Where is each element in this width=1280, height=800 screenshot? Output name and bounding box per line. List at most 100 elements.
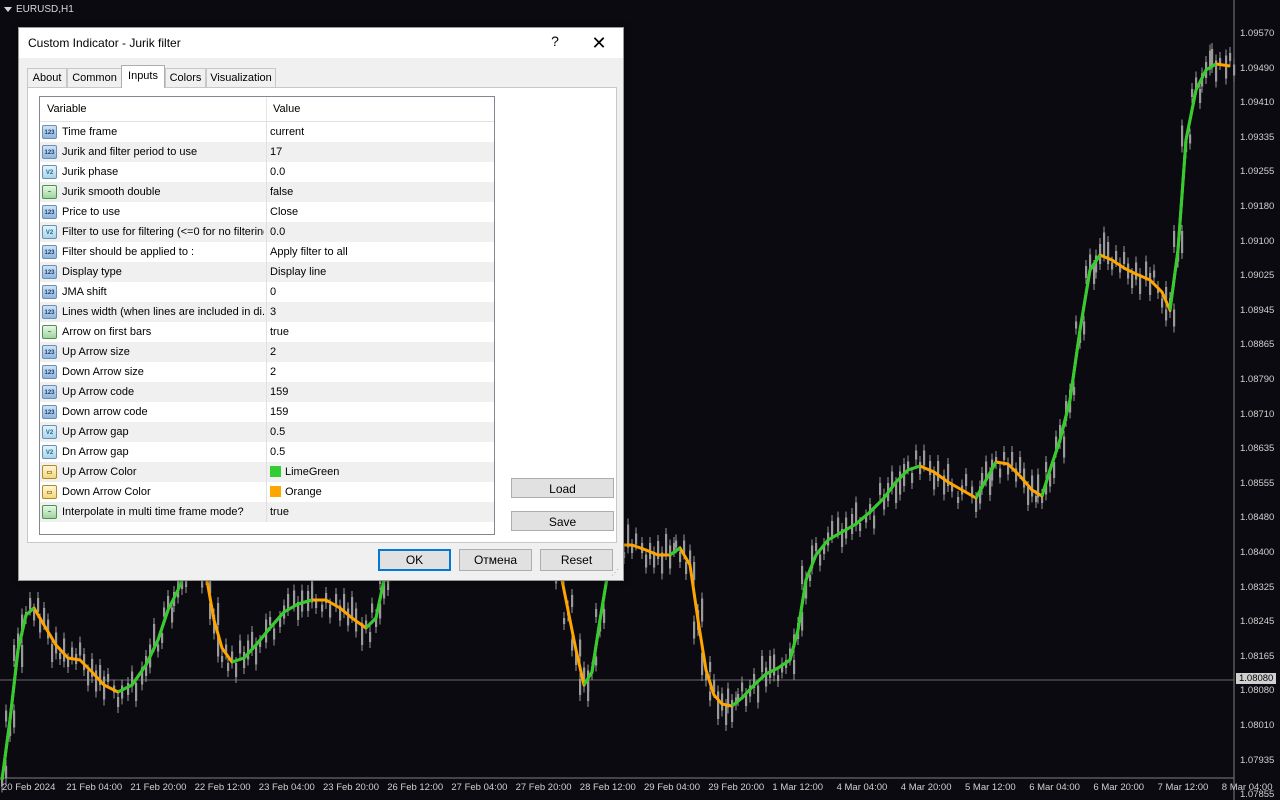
grid-row[interactable]: ▭ Up Arrow Color LimeGreen bbox=[40, 462, 494, 482]
dialog-titlebar[interactable]: Custom Indicator - Jurik filter ? ✕ bbox=[19, 28, 623, 58]
tab-about[interactable]: About bbox=[27, 68, 67, 87]
save-label: Save bbox=[548, 515, 577, 529]
value-text: 0.5 bbox=[270, 426, 286, 438]
jurik-line-up bbox=[364, 579, 386, 630]
variable-value[interactable]: Close bbox=[270, 206, 298, 218]
price-tick-label: 1.08010 bbox=[1240, 720, 1275, 731]
price-tick-label: 1.08710 bbox=[1240, 408, 1275, 420]
chart-symbol[interactable]: EURUSD,H1 bbox=[4, 4, 74, 15]
variable-value[interactable]: 2 bbox=[270, 346, 276, 358]
variable-value[interactable]: 2 bbox=[270, 366, 276, 378]
time-tick-label: 1 Mar 12:00 bbox=[772, 782, 824, 793]
grid-row[interactable]: V2 Jurik phase 0.0 bbox=[40, 162, 494, 182]
grid-row[interactable]: 123 Time frame current bbox=[40, 122, 494, 142]
column-variable[interactable]: Variable bbox=[47, 103, 87, 115]
variable-name: Dn Arrow gap bbox=[62, 446, 129, 458]
integer-type-icon: 123 bbox=[42, 245, 57, 259]
integer-type-icon: 123 bbox=[42, 285, 57, 299]
variable-name: Up Arrow Color bbox=[62, 466, 137, 478]
price-tick-label: 1.08945 bbox=[1240, 304, 1275, 316]
variable-value[interactable]: Apply filter to all bbox=[270, 246, 348, 258]
price-tick-label: 1.08635 bbox=[1240, 443, 1275, 455]
resize-grip-icon[interactable]: ⋰ bbox=[611, 568, 621, 578]
grid-row[interactable]: ~ Jurik smooth double false bbox=[40, 182, 494, 202]
grid-row[interactable]: 123 Display type Display line bbox=[40, 262, 494, 282]
tab-common[interactable]: Common bbox=[67, 68, 122, 87]
price-tick-label: 1.09490 bbox=[1240, 62, 1275, 74]
color-swatch bbox=[270, 466, 281, 477]
grid-row[interactable]: V2 Filter to use for filtering (<=0 for n… bbox=[40, 222, 494, 242]
price-tick-label: 1.09255 bbox=[1240, 166, 1275, 178]
variable-value[interactable]: 0 bbox=[270, 286, 276, 298]
time-tick-label: 5 Mar 12:00 bbox=[965, 782, 1016, 793]
grid-row[interactable]: 123 Down arrow code 159 bbox=[40, 402, 494, 422]
variable-value[interactable]: true bbox=[270, 506, 289, 518]
variable-value[interactable]: 17 bbox=[270, 146, 282, 158]
color-swatch bbox=[270, 486, 281, 497]
time-tick-label: 23 Feb 04:00 bbox=[258, 782, 315, 793]
variable-value[interactable]: LimeGreen bbox=[270, 466, 339, 478]
custom-indicator-dialog: Custom Indicator - Jurik filter ? ✕ Abou… bbox=[18, 27, 624, 581]
tab-inputs[interactable]: Inputs bbox=[121, 65, 165, 88]
grid-row[interactable]: 123 Up Arrow code 159 bbox=[40, 382, 494, 402]
price-tick-label: 1.09570 bbox=[1240, 28, 1275, 39]
variable-name: Filter should be applied to : bbox=[62, 246, 195, 258]
tab-visualization[interactable]: Visualization bbox=[206, 68, 276, 87]
variable-value[interactable]: 0.5 bbox=[270, 426, 285, 438]
variable-name: Arrow on first bars bbox=[62, 326, 152, 338]
variable-value[interactable]: 0.5 bbox=[270, 446, 285, 458]
grid-row[interactable]: 123 Down Arrow size 2 bbox=[40, 362, 494, 382]
color-type-icon: ▭ bbox=[42, 465, 57, 479]
grid-row[interactable]: 123 JMA shift 0 bbox=[40, 282, 494, 302]
tab-colors[interactable]: Colors bbox=[165, 68, 206, 87]
grid-row[interactable]: 123 Jurik and filter period to use 17 bbox=[40, 142, 494, 162]
price-tick-label: 1.08245 bbox=[1240, 616, 1275, 628]
time-tick-label: 8 Mar 04:00 bbox=[1221, 782, 1273, 793]
ok-button[interactable]: OK bbox=[378, 549, 451, 571]
load-button[interactable]: Load bbox=[511, 478, 614, 498]
dropdown-icon bbox=[4, 6, 12, 12]
grid-row[interactable]: V2 Up Arrow gap 0.5 bbox=[40, 422, 494, 442]
grid-row[interactable]: 123 Price to use Close bbox=[40, 202, 494, 222]
time-tick-label: 27 Feb 04:00 bbox=[451, 782, 508, 793]
price-tick-label: 1.08555 bbox=[1240, 477, 1275, 489]
variable-name: Jurik smooth double bbox=[62, 186, 161, 198]
integer-type-icon: 123 bbox=[42, 405, 57, 419]
integer-type-icon: 123 bbox=[42, 205, 57, 219]
variable-value[interactable]: Orange bbox=[270, 486, 322, 498]
jurik-line-up bbox=[731, 464, 921, 708]
save-button[interactable]: Save bbox=[511, 511, 614, 531]
grid-row[interactable]: ~ Interpolate in multi time frame mode? tr… bbox=[40, 502, 494, 522]
variable-value[interactable]: 0.0 bbox=[270, 226, 285, 238]
grid-row[interactable]: 123 Lines width (when lines are included … bbox=[40, 302, 494, 322]
variable-name: Jurik phase bbox=[62, 166, 119, 178]
grid-row[interactable]: ▭ Down Arrow Color Orange bbox=[40, 482, 494, 502]
variable-value[interactable]: 159 bbox=[270, 406, 288, 418]
grid-row[interactable]: ~ Arrow on first bars true bbox=[40, 322, 494, 342]
double-type-icon: V2 bbox=[42, 225, 57, 239]
grid-row[interactable]: V2 Dn Arrow gap 0.5 bbox=[40, 442, 494, 462]
time-tick-label: 28 Feb 12:00 bbox=[579, 782, 636, 793]
variable-name: JMA shift bbox=[62, 286, 107, 298]
cancel-button[interactable]: Отмена bbox=[459, 549, 532, 571]
grid-row[interactable]: 123 Up Arrow size 2 bbox=[40, 342, 494, 362]
value-text: Orange bbox=[285, 486, 322, 498]
help-button[interactable]: ? bbox=[547, 33, 563, 53]
grid-header: Variable Value bbox=[40, 97, 494, 122]
variable-value[interactable]: 0.0 bbox=[270, 166, 285, 178]
current-price-label: 1.08080 bbox=[1236, 673, 1277, 684]
variable-value[interactable]: Display line bbox=[270, 266, 326, 278]
price-tick-label: 1.08865 bbox=[1240, 339, 1275, 351]
column-value[interactable]: Value bbox=[273, 103, 300, 115]
inputs-panel: Variable Value 123 Time frame current 123 Ju… bbox=[27, 87, 617, 543]
variable-value[interactable]: true bbox=[270, 326, 289, 338]
close-button[interactable]: ✕ bbox=[587, 31, 611, 55]
reset-button[interactable]: Reset bbox=[540, 549, 613, 571]
variable-value[interactable]: false bbox=[270, 186, 293, 198]
value-text: Close bbox=[270, 206, 299, 218]
variable-value[interactable]: 3 bbox=[270, 306, 276, 318]
grid-row[interactable]: 123 Filter should be applied to : Apply fi… bbox=[40, 242, 494, 262]
variable-value[interactable]: current bbox=[270, 126, 304, 138]
time-tick-label: 29 Feb 04:00 bbox=[644, 782, 700, 793]
variable-value[interactable]: 159 bbox=[270, 386, 288, 398]
